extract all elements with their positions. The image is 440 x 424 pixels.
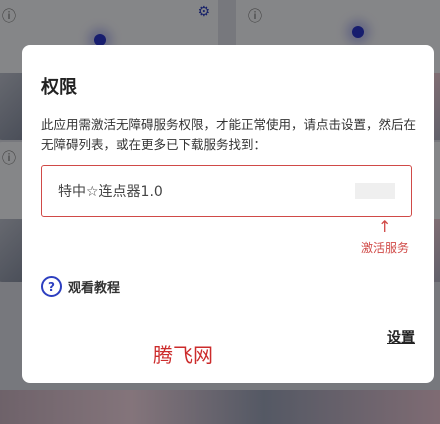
arrow-up-icon: ↑ bbox=[378, 217, 392, 236]
service-name: 特中☆连点器1.0 bbox=[58, 184, 163, 200]
tutorial-label: 观看教程 bbox=[68, 281, 121, 296]
dialog-description: 此应用需激活无障碍服务权限，才能正常使用，请点击设置，然后在无障碍列表，或在更多… bbox=[41, 117, 417, 152]
watch-tutorial-link[interactable]: ? 观看教程 bbox=[41, 276, 120, 297]
permission-dialog: 权限 此应用需激活无障碍服务权限，才能正常使用，请点击设置，然后在无障碍列表，或… bbox=[22, 45, 434, 383]
help-icon: ? bbox=[41, 276, 62, 297]
activate-hint: 激活服务 bbox=[361, 241, 410, 255]
dialog-title: 权限 bbox=[41, 77, 77, 98]
service-toggle[interactable] bbox=[355, 183, 395, 199]
watermark-text: 腾飞网 bbox=[153, 343, 213, 367]
settings-button[interactable]: 设置 bbox=[387, 327, 415, 347]
accessibility-service-item[interactable]: 特中☆连点器1.0 bbox=[41, 165, 412, 217]
